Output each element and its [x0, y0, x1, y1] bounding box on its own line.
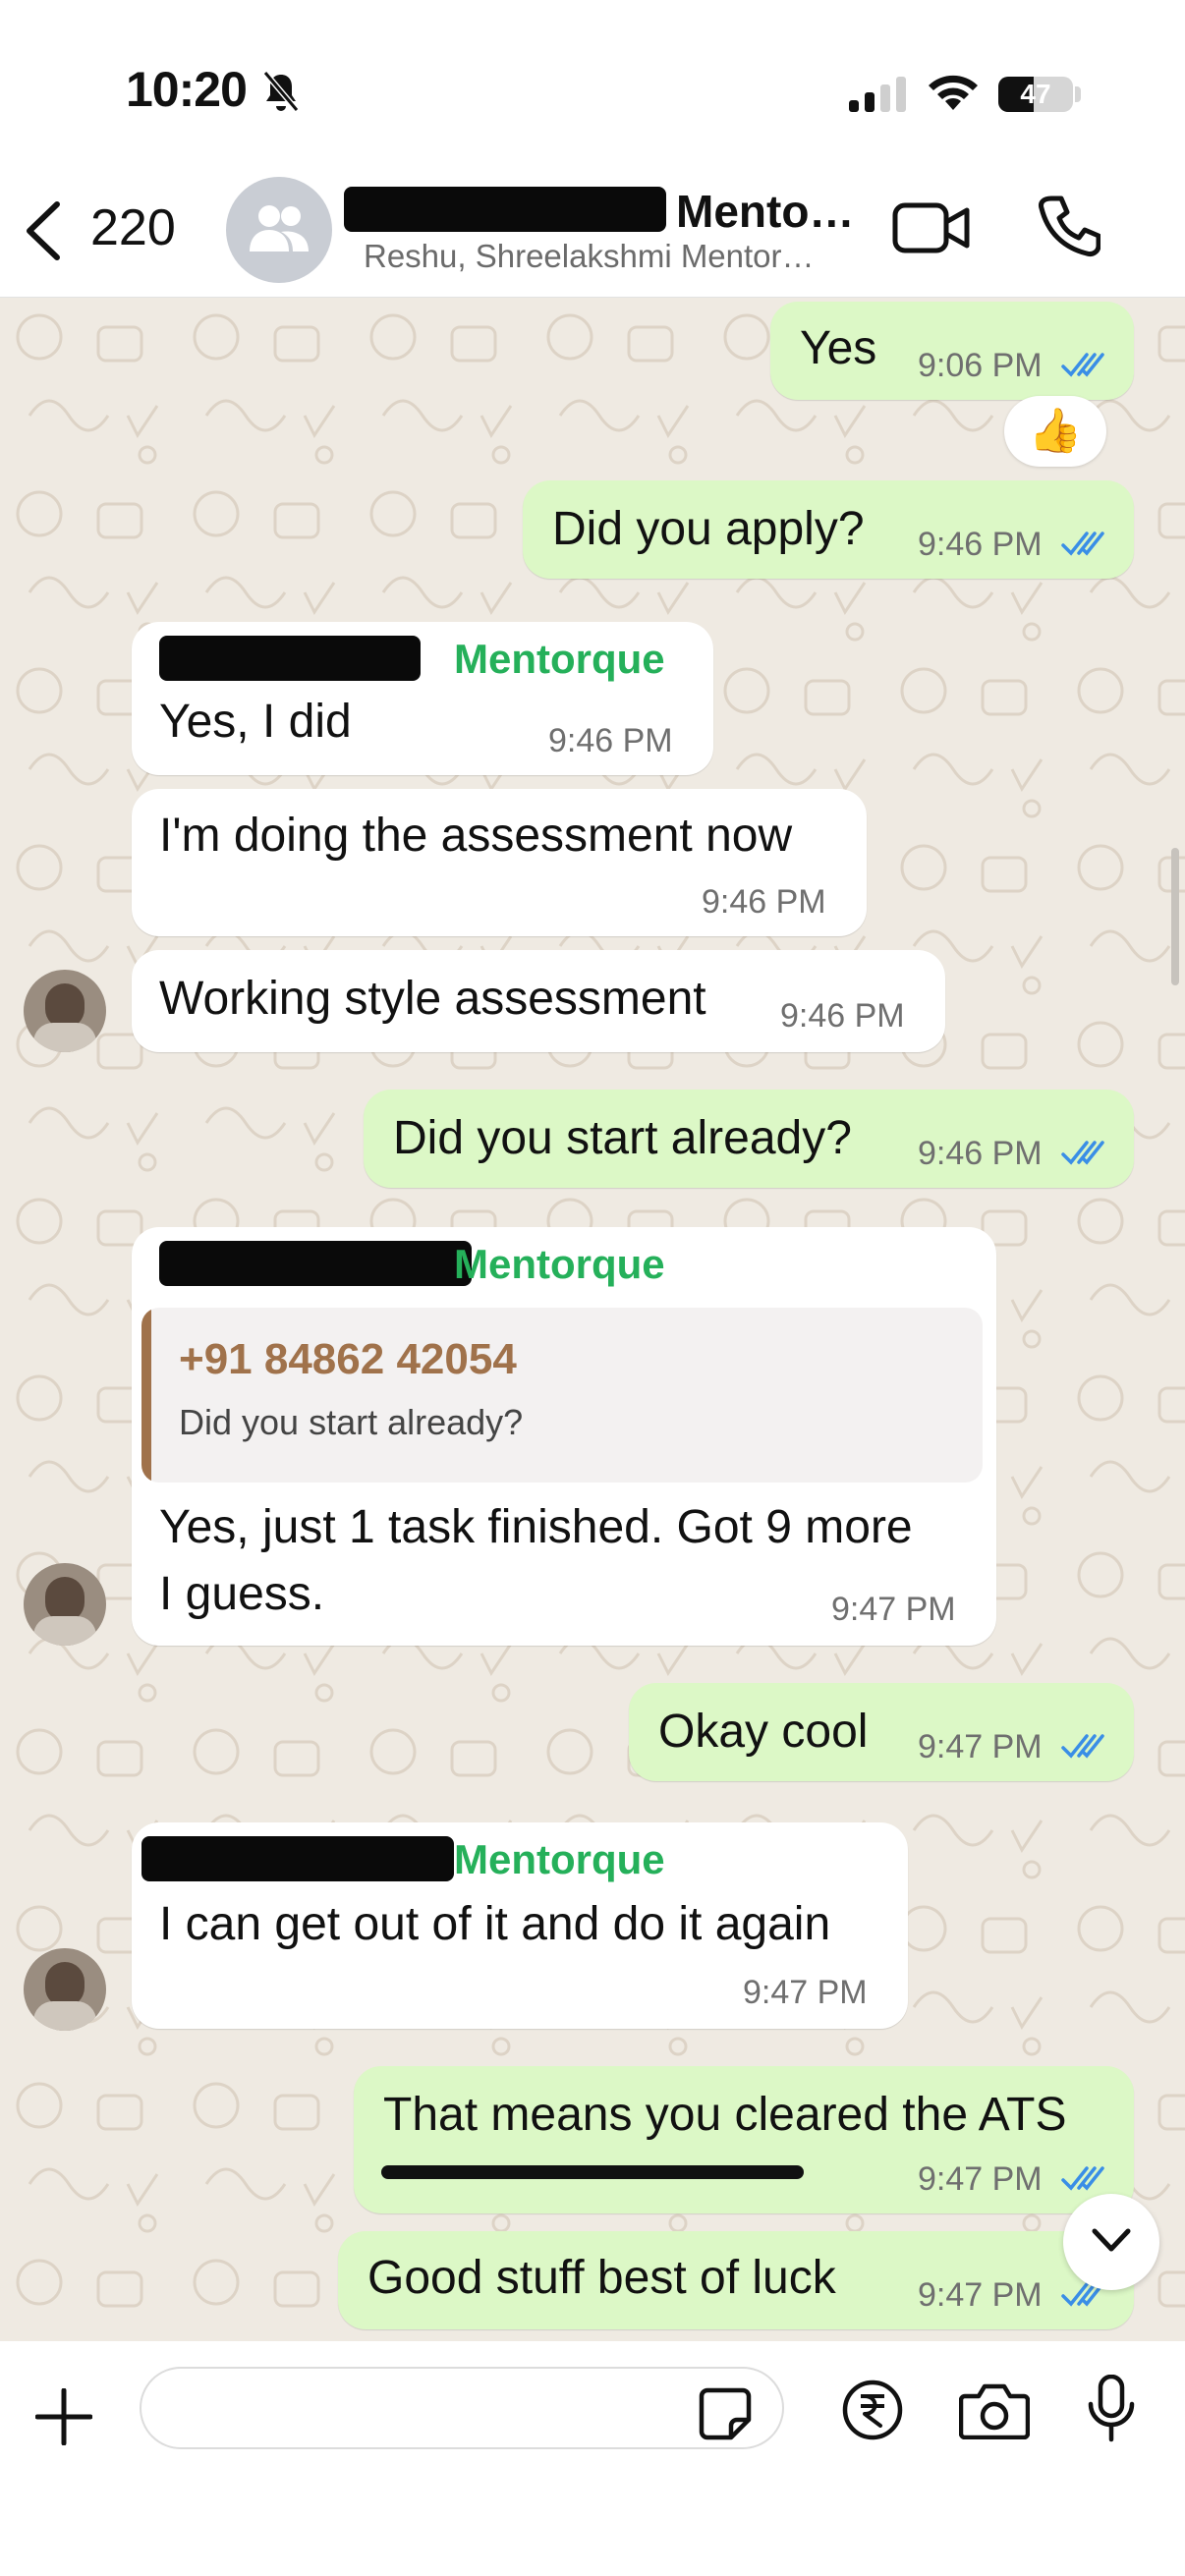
home-indicator: [381, 2165, 804, 2179]
rupee-payment-icon[interactable]: [841, 2379, 904, 2441]
video-call-icon[interactable]: [892, 200, 971, 255]
battery-level: 47: [1020, 79, 1051, 109]
chat-area[interactable]: Yes 9:06 PM 👍 Did you apply? 9:46 PM Men…: [0, 298, 1185, 2341]
back-icon[interactable]: [22, 200, 65, 261]
chat-header: 220 Mento… Reshu, Shreelakshmi Mentor…: [0, 167, 1185, 298]
double-check-icon: [1061, 532, 1104, 556]
status-bar: 10:20 47: [0, 0, 1185, 167]
plus-icon[interactable]: [35, 2388, 92, 2445]
message-input[interactable]: [140, 2367, 784, 2449]
reaction-badge[interactable]: 👍: [1004, 396, 1106, 467]
chat-subtitle[interactable]: Reshu, Shreelakshmi Mentor…: [364, 238, 815, 275]
avatar[interactable]: [24, 1948, 106, 2031]
message-outgoing[interactable]: Yes 9:06 PM: [770, 302, 1134, 400]
battery-icon: 47: [998, 77, 1073, 112]
wifi-icon: [929, 75, 978, 110]
scroll-down-icon: [1092, 2228, 1131, 2252]
message-incoming[interactable]: Mentorque Yes, I did 9:46 PM: [132, 622, 713, 775]
cellular-signal-icon: [849, 77, 906, 112]
mic-icon[interactable]: [1087, 2375, 1136, 2443]
quoted-message[interactable]: +91 84862 42054 Did you start already?: [141, 1308, 983, 1483]
redacted-sender: [141, 1836, 454, 1881]
sticker-icon[interactable]: [698, 2386, 753, 2441]
redacted-name: [344, 187, 666, 232]
chat-title[interactable]: Mento…: [344, 185, 865, 237]
scrollbar[interactable]: [1171, 848, 1179, 985]
status-time: 10:20: [126, 62, 248, 117]
message-outgoing[interactable]: Did you start already? 9:46 PM: [364, 1090, 1134, 1188]
camera-icon[interactable]: [959, 2382, 1030, 2439]
message-incoming[interactable]: Mentorque I can get out of it and do it …: [132, 1822, 908, 2029]
unread-count[interactable]: 220: [90, 198, 176, 257]
message-outgoing[interactable]: Okay cool 9:47 PM: [629, 1683, 1134, 1781]
message-outgoing[interactable]: That means you cleared the ATS 9:47 PM: [354, 2066, 1134, 2213]
message-incoming[interactable]: Mentorque +91 84862 42054 Did you start …: [132, 1227, 996, 1646]
redacted-sender: [159, 636, 421, 681]
chat-title-text: Mento…: [676, 186, 855, 237]
redacted-sender: [159, 1241, 472, 1286]
message-incoming[interactable]: I'm doing the assessment now 9:46 PM: [132, 789, 867, 936]
avatar[interactable]: [24, 1563, 106, 1646]
double-check-icon: [1061, 2166, 1104, 2191]
double-check-icon: [1061, 1734, 1104, 1759]
composer-bar: [0, 2341, 1185, 2576]
message-incoming[interactable]: Working style assessment 9:46 PM: [132, 950, 945, 1052]
double-check-icon: [1061, 353, 1104, 377]
group-avatar-icon[interactable]: [226, 177, 332, 283]
message-outgoing[interactable]: Did you apply? 9:46 PM: [523, 480, 1134, 579]
voice-call-icon[interactable]: [1038, 195, 1100, 257]
double-check-icon: [1061, 1141, 1104, 1165]
avatar[interactable]: [24, 970, 106, 1052]
message-outgoing[interactable]: Good stuff best of luck 9:47 PM: [338, 2231, 1134, 2329]
silent-bell-icon: [262, 71, 300, 112]
scroll-to-bottom-button[interactable]: [1063, 2194, 1159, 2290]
